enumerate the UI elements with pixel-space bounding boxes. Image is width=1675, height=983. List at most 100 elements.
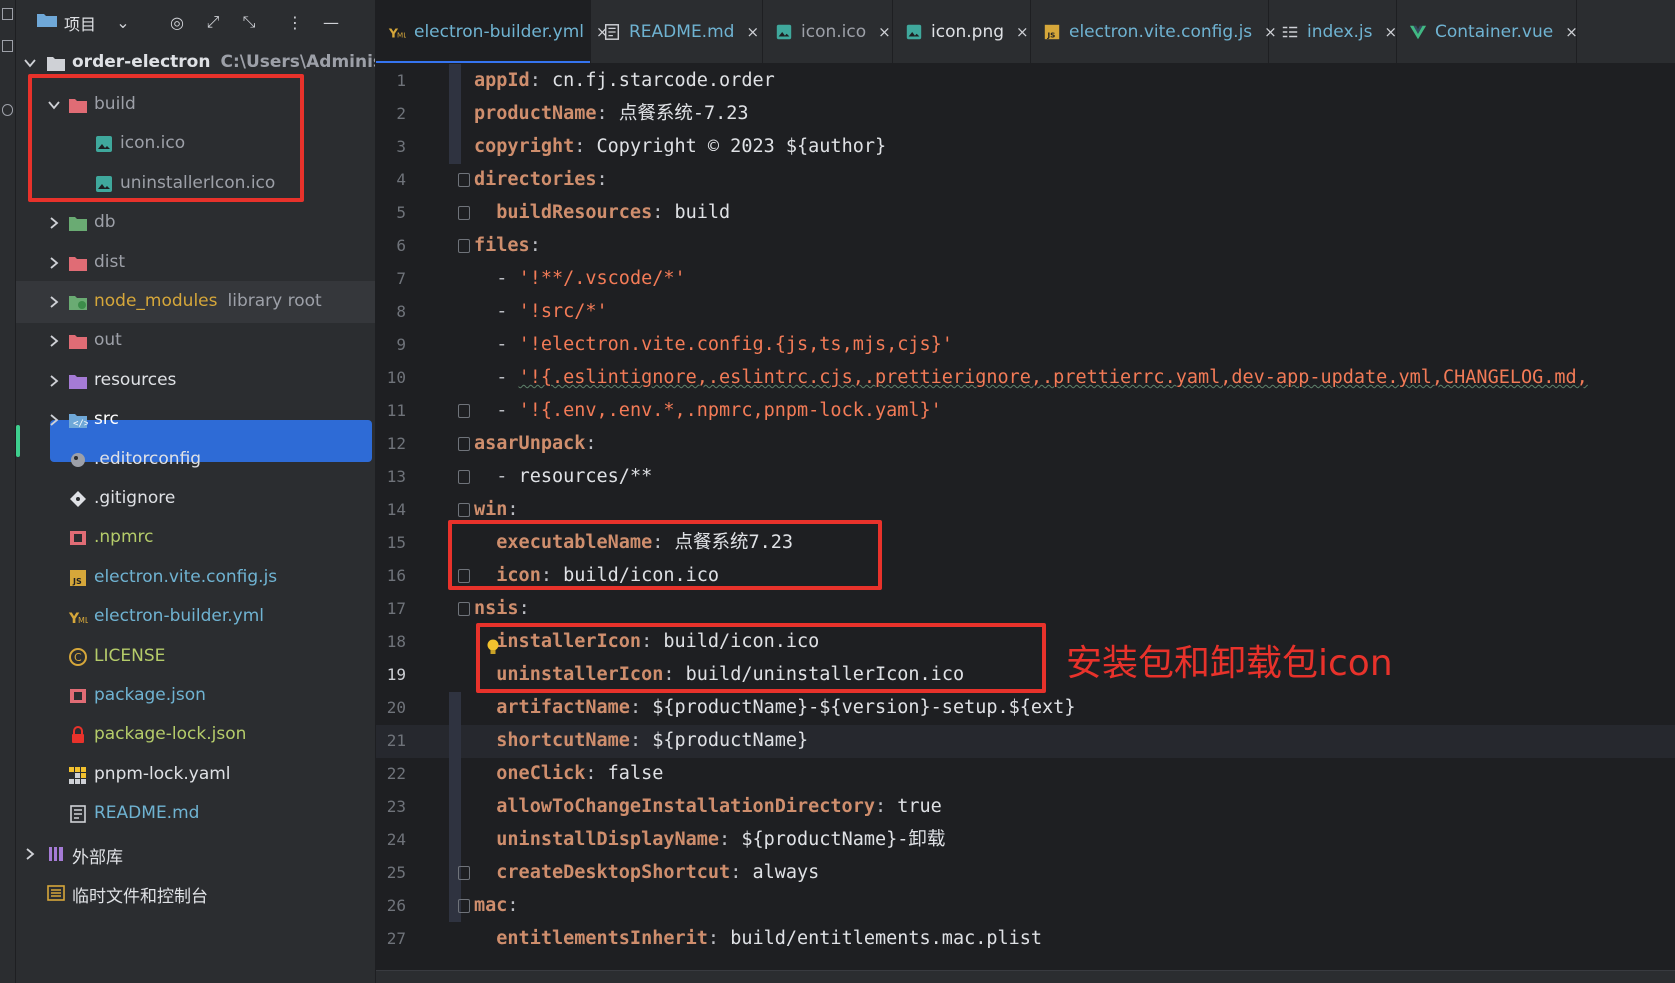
- close-icon[interactable]: ×: [746, 23, 759, 41]
- minimize-icon[interactable]: —: [320, 12, 342, 32]
- code-line[interactable]: artifactName: ${productName}-${version}-…: [474, 691, 1075, 724]
- more-options-icon[interactable]: ⋮: [284, 12, 306, 32]
- tree-item[interactable]: .npmrc: [16, 517, 375, 559]
- expand-all-icon[interactable]: ⤢: [202, 12, 224, 32]
- chevron-right-icon[interactable]: [48, 375, 60, 387]
- tree-item[interactable]: C LICENSE: [16, 636, 375, 678]
- tree-item[interactable]: node_modules library root: [16, 281, 375, 323]
- code-line[interactable]: mac:: [474, 889, 519, 922]
- tree-item[interactable]: YML electron-builder.yml: [16, 596, 375, 638]
- fold-marker-icon[interactable]: [458, 602, 470, 616]
- close-icon[interactable]: ×: [1565, 23, 1578, 41]
- structure-tool-icon[interactable]: [2, 104, 13, 116]
- tree-item[interactable]: out: [16, 320, 375, 362]
- tree-item[interactable]: .gitignore: [16, 478, 375, 520]
- chevron-right-icon[interactable]: [48, 296, 60, 308]
- markdown-icon: [70, 805, 86, 823]
- fold-marker-icon[interactable]: [458, 239, 470, 253]
- fold-marker-icon[interactable]: [458, 404, 470, 418]
- code-line[interactable]: - '!src/*': [474, 295, 607, 328]
- code-line[interactable]: executableName: 点餐系统7.23: [474, 526, 793, 559]
- code-line[interactable]: installerIcon: build/icon.ico: [474, 625, 819, 658]
- tree-item[interactable]: uninstallerIcon.ico: [16, 163, 375, 205]
- chevron-down-icon[interactable]: ⌄: [112, 12, 134, 32]
- code-line[interactable]: appId: cn.fj.starcode.order: [474, 64, 775, 97]
- fold-marker-icon[interactable]: [458, 206, 470, 220]
- editor-tab[interactable]: Container.vue ×: [1397, 0, 1578, 63]
- tree-item-name: uninstallerIcon.ico: [120, 172, 276, 193]
- chevron-down-icon[interactable]: [48, 99, 60, 111]
- fold-marker-icon[interactable]: [458, 866, 470, 880]
- code-token: files: [474, 235, 530, 256]
- code-line[interactable]: uninstallDisplayName: ${productName}-卸载: [474, 823, 945, 856]
- panel-title[interactable]: 项目: [64, 11, 96, 35]
- code-line[interactable]: nsis:: [474, 592, 530, 625]
- fold-marker-icon[interactable]: [458, 437, 470, 451]
- tree-item[interactable]: pnpm-lock.yaml: [16, 754, 375, 796]
- code-line[interactable]: icon: build/icon.ico: [474, 559, 719, 592]
- tree-item[interactable]: package-lock.json: [16, 714, 375, 756]
- tree-item[interactable]: icon.ico: [16, 123, 375, 165]
- code-line[interactable]: buildResources: build: [474, 196, 730, 229]
- locate-target-icon[interactable]: ◎: [166, 12, 188, 32]
- fold-marker-icon[interactable]: [458, 899, 470, 913]
- tree-item[interactable]: db: [16, 202, 375, 244]
- code-line[interactable]: - '!**/.vscode/*': [474, 262, 685, 295]
- fold-marker-icon[interactable]: [458, 173, 470, 187]
- chevron-right-icon[interactable]: [48, 335, 60, 348]
- editor-tab[interactable]: JS electron.vite.config.js ×: [1031, 0, 1277, 63]
- fold-marker-icon[interactable]: [458, 470, 470, 484]
- code-line[interactable]: directories:: [474, 163, 608, 196]
- line-number: 17: [386, 599, 406, 618]
- editor-tab[interactable]: index.js ×: [1269, 0, 1398, 63]
- tree-item[interactable]: JS electron.vite.config.js: [16, 557, 375, 599]
- markdown-icon: [604, 24, 620, 40]
- editor-tab[interactable]: icon.png ×: [893, 0, 1031, 63]
- chevron-right-icon[interactable]: [48, 414, 60, 426]
- svg-text:JS: JS: [72, 577, 82, 586]
- editor-tab[interactable]: icon.ico ×: [763, 0, 893, 63]
- lightbulb-icon[interactable]: [486, 639, 500, 657]
- tree-item[interactable]: README.md: [16, 793, 375, 835]
- code-line[interactable]: productName: 点餐系统-7.23: [474, 97, 749, 130]
- code-line[interactable]: files:: [474, 229, 541, 262]
- code-line[interactable]: copyright: Copyright © 2023 ${author}: [474, 130, 886, 163]
- collapse-all-icon[interactable]: ⤡: [238, 12, 260, 32]
- code-line[interactable]: oneClick: false: [474, 757, 663, 790]
- tree-item[interactable]: package.json: [16, 675, 375, 717]
- tree-item[interactable]: 外部库: [16, 833, 375, 875]
- chevron-right-icon[interactable]: [48, 256, 60, 269]
- fold-marker-icon[interactable]: [458, 503, 470, 517]
- code-view[interactable]: appId: cn.fj.starcode.order productName: …: [376, 64, 1675, 983]
- editor-tab[interactable]: YMLelectron-builder.yml×: [376, 0, 609, 63]
- code-line[interactable]: - '!{.eslintignore,.eslintrc.cjs,.pretti…: [474, 361, 1588, 394]
- project-tool-icon[interactable]: [2, 8, 13, 20]
- code-line[interactable]: uninstallerIcon: build/uninstallerIcon.i…: [474, 658, 964, 691]
- code-line[interactable]: allowToChangeInstallationDirectory: true: [474, 790, 942, 823]
- tree-item[interactable]: dist: [16, 242, 375, 284]
- tree-item[interactable]: build: [16, 84, 375, 126]
- code-line[interactable]: - '!{.env,.env.*,.npmrc,pnpm-lock.yaml}': [474, 394, 942, 427]
- editor-tab[interactable]: README.md ×: [591, 0, 763, 63]
- chevron-right-icon[interactable]: [48, 217, 60, 229]
- commit-tool-icon[interactable]: [2, 40, 13, 52]
- code-line[interactable]: win:: [474, 493, 519, 526]
- close-icon[interactable]: ×: [1385, 23, 1398, 41]
- tree-root-item[interactable]: order-electron C:\Users\Administr: [16, 42, 375, 84]
- tree-item[interactable]: </> src: [16, 399, 375, 441]
- fold-marker-icon[interactable]: [458, 569, 470, 583]
- tree-item[interactable]: resources: [16, 360, 375, 402]
- code-line[interactable]: createDesktopShortcut: always: [474, 856, 819, 889]
- code-line[interactable]: shortcutName: ${productName}: [474, 724, 808, 757]
- code-line[interactable]: - '!electron.vite.config.{js,ts,mjs,cjs}…: [474, 328, 953, 361]
- chevron-right-icon[interactable]: [24, 847, 36, 860]
- code-token: -: [474, 334, 519, 355]
- tree-item[interactable]: .editorconfig: [16, 439, 375, 481]
- code-line[interactable]: - resources/**: [474, 460, 652, 493]
- code-line[interactable]: entitlementsInherit: build/entitlements.…: [474, 922, 1042, 955]
- close-icon[interactable]: ×: [878, 23, 891, 41]
- tree-item[interactable]: 临时文件和控制台: [16, 872, 375, 914]
- code-token: -: [474, 466, 519, 487]
- code-line[interactable]: asarUnpack:: [474, 427, 597, 460]
- close-icon[interactable]: ×: [1016, 23, 1029, 41]
